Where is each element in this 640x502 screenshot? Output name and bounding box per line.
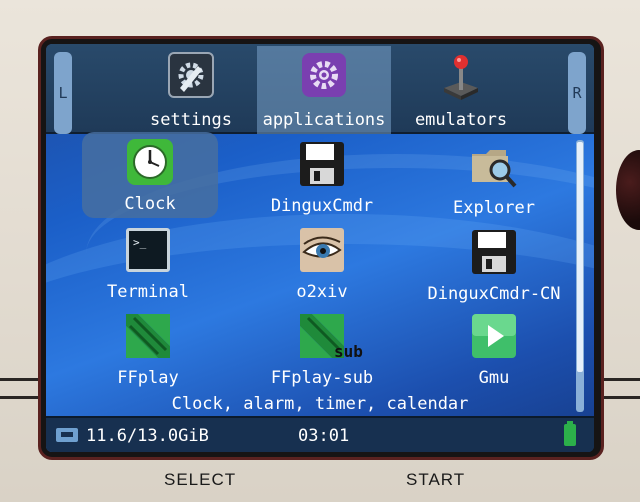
shoulder-r-button[interactable]: R xyxy=(568,52,586,134)
subtitle-badge: sub xyxy=(334,342,363,361)
settings-gear-icon xyxy=(168,52,214,98)
svg-text:>_: >_ xyxy=(133,236,147,249)
screen: L R settings applications emulators Cloc… xyxy=(46,44,594,452)
storage-indicator: 11.6/13.0GiB xyxy=(86,426,209,446)
clock-icon xyxy=(127,139,173,185)
sd-card-icon xyxy=(56,428,78,442)
app-ffplay-sub[interactable]: sub FFplay-sub xyxy=(242,306,402,392)
tab-settings-label: settings xyxy=(150,110,232,130)
tab-emulators-label: emulators xyxy=(414,110,508,130)
scrollbar-thumb[interactable] xyxy=(577,142,583,372)
status-bar: 11.6/13.0GiB 03:01 xyxy=(46,416,594,452)
shoulder-l-label: L xyxy=(58,84,68,102)
ffmpeg-icon xyxy=(126,314,170,358)
analog-stick[interactable] xyxy=(616,150,640,230)
app-clock-label: Clock xyxy=(124,194,176,214)
shoulder-r-label: R xyxy=(572,84,582,102)
shoulder-l-button[interactable]: L xyxy=(54,52,72,134)
start-button-label: START xyxy=(406,470,466,489)
tab-applications-label: applications xyxy=(262,110,386,130)
tab-settings[interactable]: settings xyxy=(126,46,256,134)
case-groove-left-top xyxy=(0,378,40,381)
folder-search-icon xyxy=(472,150,517,188)
app-dinguxcmdr-cn-label: DinguxCmdr-CN xyxy=(427,284,561,304)
app-ffplay-label: FFplay xyxy=(117,368,179,388)
app-clock[interactable]: Clock xyxy=(82,132,218,218)
app-terminal-label: Terminal xyxy=(107,282,189,302)
applications-gear-icon xyxy=(302,53,346,97)
app-gmu-label: Gmu xyxy=(478,368,510,388)
battery-icon xyxy=(564,421,576,446)
case-groove-right-top xyxy=(604,378,640,381)
app-gmu[interactable]: Gmu xyxy=(414,306,574,392)
app-terminal[interactable]: >_ Terminal xyxy=(68,220,228,306)
play-icon xyxy=(472,314,516,358)
app-o2xiv-label: o2xiv xyxy=(296,282,348,302)
case-groove-right-bottom xyxy=(604,396,640,399)
tab-applications[interactable]: applications xyxy=(257,46,391,134)
category-bar: L R settings applications emulators xyxy=(46,44,594,134)
tab-emulators[interactable]: emulators xyxy=(396,46,526,134)
eye-image-viewer-icon xyxy=(300,228,344,272)
joystick-icon xyxy=(444,55,478,100)
select-button-label: SELECT xyxy=(164,470,237,489)
app-dinguxcmdr-label: DinguxCmdr xyxy=(270,196,374,216)
app-description: Clock, alarm, timer, calendar xyxy=(171,394,469,414)
app-dinguxcmdr[interactable]: DinguxCmdr xyxy=(242,134,402,220)
floppy-disk-icon xyxy=(472,230,516,274)
app-ffplay-sub-label: FFplay-sub xyxy=(270,368,374,388)
terminal-icon: >_ xyxy=(126,228,170,272)
app-o2xiv[interactable]: o2xiv xyxy=(242,220,402,306)
app-explorer[interactable]: Explorer xyxy=(414,136,574,222)
app-ffplay[interactable]: FFplay xyxy=(68,306,228,392)
status-clock: 03:01 xyxy=(298,426,350,446)
app-dinguxcmdr-cn[interactable]: DinguxCmdr-CN xyxy=(414,222,574,308)
app-explorer-label: Explorer xyxy=(453,198,535,218)
case-groove-left-bottom xyxy=(0,396,40,399)
scrollbar[interactable] xyxy=(576,140,584,412)
floppy-disk-icon xyxy=(300,142,344,186)
